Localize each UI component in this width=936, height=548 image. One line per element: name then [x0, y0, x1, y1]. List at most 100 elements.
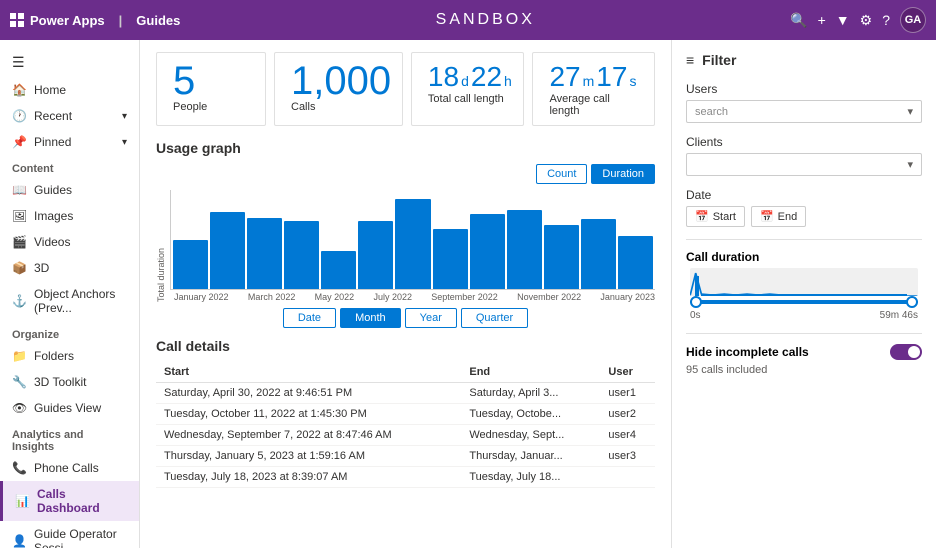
topbar-apps[interactable]: Power Apps | Guides	[10, 13, 180, 28]
row-user-4	[600, 467, 655, 488]
row-start-0: Saturday, April 30, 2022 at 9:46:51 PM	[156, 383, 461, 404]
table-row: Thursday, January 5, 2023 at 1:59:16 AM …	[156, 446, 655, 467]
bar-1	[210, 212, 245, 289]
sidebar-item-calls-dashboard[interactable]: 📊 Calls Dashboard	[0, 481, 139, 521]
bar-7	[433, 229, 468, 289]
sidebar-item-guide-operator[interactable]: 👤 Guide Operator Sessi...	[0, 521, 139, 548]
count-toggle[interactable]: Count	[536, 164, 587, 184]
filter-clients-select[interactable]: ▾	[686, 153, 922, 176]
filter-date-label: Date	[686, 188, 922, 202]
date-btn-month[interactable]: Month	[340, 308, 401, 328]
row-user-3: user3	[600, 446, 655, 467]
settings-icon[interactable]: ⚙	[860, 12, 873, 29]
avg-seconds: 17	[596, 61, 627, 93]
sidebar-item-folders[interactable]: 📁 Folders	[0, 343, 139, 369]
slider-fill	[690, 300, 918, 304]
x-label-1: March 2022	[248, 292, 296, 302]
filter-clients-row: Clients ▾	[686, 135, 922, 176]
slider-labels: 0s 59m 46s	[690, 310, 918, 321]
guides-label: Guides	[136, 13, 180, 28]
calendar-icon-start: 📅	[695, 210, 709, 223]
topbar: Power Apps | Guides SANDBOX 🔍 + ▼ ⚙ ? GA	[0, 0, 936, 40]
filter-icon[interactable]: ▼	[836, 12, 850, 28]
bar-5	[358, 221, 393, 289]
3d-icon: 📦	[12, 261, 26, 275]
topbar-title: SANDBOX	[180, 11, 790, 29]
filter-date-row: Date 📅 Start 📅 End	[686, 188, 922, 227]
table-row: Tuesday, July 18, 2023 at 8:39:07 AM Tue…	[156, 467, 655, 488]
sidebar-item-phone-calls[interactable]: 📞 Phone Calls	[0, 455, 139, 481]
date-end-btn[interactable]: 📅 End	[751, 206, 806, 227]
row-start-3: Thursday, January 5, 2023 at 1:59:16 AM	[156, 446, 461, 467]
x-label-2: May 2022	[315, 292, 355, 302]
bar-4	[321, 251, 356, 289]
x-label-0: January 2022	[174, 292, 229, 302]
call-details: Call details Start End User Saturday, Ap…	[156, 338, 655, 488]
sidebar-item-pinned[interactable]: 📌 Pinned ▾	[0, 129, 139, 155]
chart-date-btns: Date Month Year Quarter	[156, 308, 655, 328]
sidebar-item-guides-view[interactable]: 👁 Guides View	[0, 395, 139, 421]
chart-x-labels: January 2022March 2022May 2022July 2022S…	[170, 292, 655, 302]
bar-3	[284, 221, 319, 289]
bar-12	[618, 236, 653, 289]
total-days-unit: d	[461, 73, 469, 89]
stat-calls: 1,000 Calls	[274, 52, 403, 126]
row-user-0: user1	[600, 383, 655, 404]
date-input-btns: 📅 Start 📅 End	[686, 206, 922, 227]
operator-icon: 👤	[12, 534, 26, 548]
calls-number: 1,000	[291, 61, 391, 101]
filter-divider-2	[686, 333, 922, 334]
date-start-label: Start	[713, 211, 736, 223]
sidebar-label-folders: Folders	[34, 349, 74, 363]
bar-10	[544, 225, 579, 289]
filter-users-label: Users	[686, 82, 922, 96]
search-icon[interactable]: 🔍	[790, 12, 807, 29]
power-apps-label: Power Apps	[30, 13, 105, 28]
date-btn-quarter[interactable]: Quarter	[461, 308, 528, 328]
hamburger-icon[interactable]: ☰	[0, 48, 139, 77]
call-duration-label: Call duration	[686, 250, 922, 264]
total-days: 18	[428, 61, 459, 93]
topbar-icons: 🔍 + ▼ ⚙ ? GA	[790, 7, 926, 33]
sidebar-item-guides[interactable]: 📖 Guides	[0, 177, 139, 203]
table-row: Saturday, April 30, 2022 at 9:46:51 PM S…	[156, 383, 655, 404]
avatar[interactable]: GA	[900, 7, 926, 33]
duration-toggle[interactable]: Duration	[591, 164, 655, 184]
sidebar-item-videos[interactable]: 🎬 Videos	[0, 229, 139, 255]
row-user-1: user2	[600, 404, 655, 425]
chart-bar-mini2	[701, 294, 906, 296]
filter-users-select[interactable]: search ▾	[686, 100, 922, 123]
filter-users-placeholder: search	[695, 106, 728, 118]
sidebar-item-object-anchors[interactable]: ⚓ Object Anchors (Prev...	[0, 281, 139, 321]
slider-thumb-left[interactable]	[690, 296, 702, 308]
stat-total-call: 18 d 22 h Total call length	[411, 52, 525, 126]
slider-thumb-right[interactable]	[906, 296, 918, 308]
sidebar-item-recent[interactable]: 🕐 Recent ▾	[0, 103, 139, 129]
sidebar-item-home[interactable]: 🏠 Home	[0, 77, 139, 103]
sidebar-item-3d[interactable]: 📦 3D	[0, 255, 139, 281]
calls-included: 95 calls included	[686, 364, 922, 376]
sidebar-label-guide-operator: Guide Operator Sessi...	[34, 527, 127, 548]
sidebar-item-3d-toolkit[interactable]: 🔧 3D Toolkit	[0, 369, 139, 395]
row-end-1: Tuesday, Octobe...	[461, 404, 600, 425]
help-icon[interactable]: ?	[882, 12, 890, 28]
table-row: Tuesday, October 11, 2022 at 1:45:30 PM …	[156, 404, 655, 425]
sidebar-item-images[interactable]: 🖼 Images	[0, 203, 139, 229]
sidebar-label-calls-dashboard: Calls Dashboard	[37, 487, 127, 515]
filter-header: ≡ Filter	[686, 52, 922, 68]
avg-label: Average call length	[549, 93, 638, 117]
chart-toggles: Count Duration	[156, 164, 655, 184]
sidebar-label-guides: Guides	[34, 183, 72, 197]
date-btn-date[interactable]: Date	[283, 308, 336, 328]
row-end-4: Tuesday, July 18...	[461, 467, 600, 488]
sidebar-label-phone-calls: Phone Calls	[34, 461, 99, 475]
col-end: End	[461, 362, 600, 383]
date-btn-year[interactable]: Year	[405, 308, 457, 328]
stat-avg-call: 27 m 17 s Average call length	[532, 52, 655, 126]
stat-people: 5 People	[156, 52, 266, 126]
hide-calls-toggle[interactable]	[890, 344, 922, 360]
chevron-down-icon: ▾	[907, 105, 913, 118]
topbar-separator: |	[119, 13, 123, 28]
date-start-btn[interactable]: 📅 Start	[686, 206, 745, 227]
add-icon[interactable]: +	[818, 12, 826, 28]
